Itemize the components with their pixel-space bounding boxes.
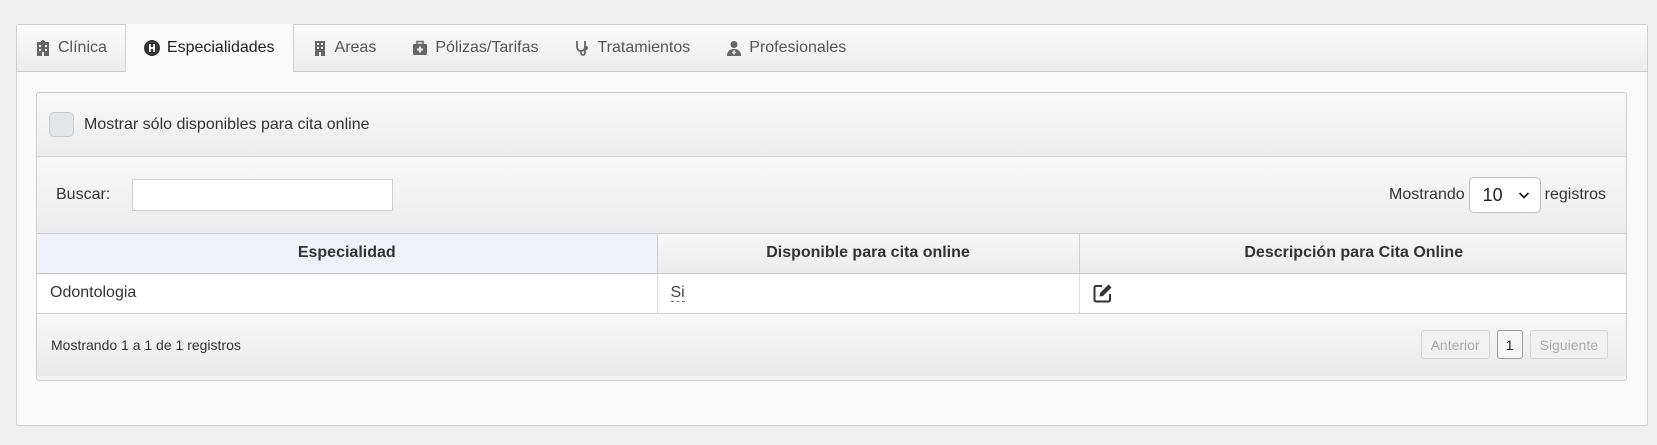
chevron-down-icon (1518, 192, 1529, 199)
tab-bar: Clínica Especialidades Areas Pólizas/Tar… (17, 24, 1647, 72)
column-header-descripcion[interactable]: Descripción para Cita Online (1079, 234, 1626, 274)
length-prefix: Mostrando (1389, 186, 1465, 203)
hospital-building-icon (35, 39, 51, 56)
search-label: Buscar: (56, 186, 111, 203)
medkit-icon (412, 40, 428, 56)
previous-page-button[interactable]: Anterior (1420, 330, 1490, 359)
cell-disponible: Si (657, 273, 1080, 314)
page-length-control: Mostrando 10 registros (1389, 177, 1606, 213)
table-toolbar: Buscar: Mostrando 10 registros (37, 157, 1626, 234)
tab-areas[interactable]: Areas (294, 24, 395, 71)
building-icon (312, 40, 328, 56)
tab-label: Pólizas/Tarifas (435, 38, 539, 56)
especialidades-table-wrapper: Mostrar sólo disponibles para cita onlin… (36, 92, 1627, 381)
tab-polizas-tarifas[interactable]: Pólizas/Tarifas (394, 24, 556, 71)
especialidades-table: Especialidad Disponible para cita online… (37, 234, 1626, 314)
column-header-disponible[interactable]: Disponible para cita online (657, 234, 1080, 274)
page-length-select[interactable]: 10 (1468, 177, 1541, 213)
table-footer: Mostrando 1 a 1 de 1 registros Anterior … (37, 313, 1626, 376)
tab-label: Tratamientos (597, 38, 691, 56)
page-length-value: 10 (1482, 184, 1503, 205)
stethoscope-icon (574, 40, 590, 56)
online-only-checkbox[interactable] (49, 112, 74, 137)
length-suffix: registros (1544, 186, 1606, 203)
next-page-button[interactable]: Siguiente (1529, 330, 1608, 359)
table-header-row: Especialidad Disponible para cita online… (37, 234, 1626, 274)
user-md-icon (726, 40, 742, 56)
table-row: Odontologia Si (37, 273, 1626, 314)
tab-label: Clínica (58, 38, 107, 56)
pagination: Anterior 1 Siguiente (1420, 330, 1608, 359)
tab-profesionales[interactable]: Profesionales (708, 24, 864, 71)
search-input[interactable] (132, 179, 394, 211)
hospital-h-icon (143, 40, 160, 56)
table-info: Mostrando 1 a 1 de 1 registros (51, 336, 241, 353)
main-panel: Clínica Especialidades Areas Pólizas/Tar… (16, 24, 1648, 426)
tab-label: Especialidades (166, 39, 275, 56)
tab-tratamientos[interactable]: Tratamientos (556, 24, 708, 71)
column-header-especialidad[interactable]: Especialidad (37, 234, 658, 274)
edit-icon[interactable] (1093, 283, 1113, 303)
tab-label: Profesionales (749, 38, 847, 56)
tab-label: Areas (334, 38, 377, 56)
tab-especialidades[interactable]: Especialidades (124, 24, 294, 72)
online-only-label: Mostrar sólo disponibles para cita onlin… (84, 115, 370, 133)
online-filter-row: Mostrar sólo disponibles para cita onlin… (37, 93, 1626, 157)
page-1-button[interactable]: 1 (1496, 330, 1523, 359)
cell-descripcion (1079, 273, 1626, 314)
tab-clinica[interactable]: Clínica (17, 24, 125, 71)
disponible-editable-link[interactable]: Si (670, 284, 685, 302)
cell-especialidad: Odontologia (37, 273, 658, 314)
